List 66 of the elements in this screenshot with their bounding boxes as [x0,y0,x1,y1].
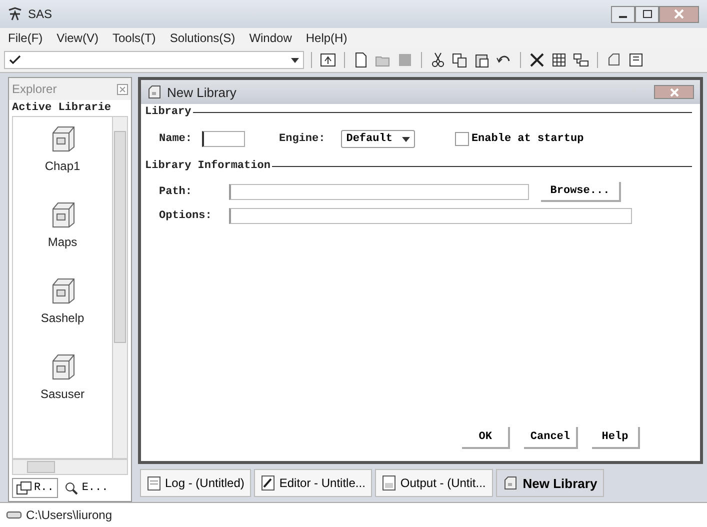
field-label: Name: [159,133,192,145]
folder-up-icon[interactable] [319,52,337,68]
vertical-scrollbar[interactable] [112,117,127,458]
dropdown-arrow-icon [402,136,410,142]
dialog-button[interactable]: Cancel [524,427,578,449]
minimize-button[interactable] [611,6,635,22]
close-button[interactable] [654,85,694,99]
windows-icon [16,481,32,495]
output-document-icon [382,475,396,491]
paste-icon[interactable] [473,52,491,68]
group-label: Library [145,106,192,118]
close-icon [674,9,684,19]
window-tab[interactable]: Log - (Untitled) [140,469,252,497]
group-label: Library Information [145,160,270,172]
panel-tab[interactable]: E... [60,478,112,498]
library-label[interactable]: Chap1 [44,159,80,173]
window-tab[interactable]: Editor - Untitle... [254,469,372,497]
checkmark-icon [9,55,21,65]
window-tab[interactable]: Output - (Untit... [375,469,493,497]
field-label: Options: [159,210,213,222]
library-drawer-icon [147,84,163,100]
drive-icon [6,510,22,520]
close-icon [670,88,678,96]
pencil-document-icon [261,475,276,491]
input-field[interactable] [229,208,632,224]
dialog-button[interactable]: OK [462,427,510,449]
menu-item[interactable]: Solutions(S) [170,31,236,45]
browse-button[interactable]: Browse... [541,182,621,202]
input-field[interactable] [229,184,529,200]
maximize-button[interactable] [635,6,659,22]
menu-item[interactable]: View(V) [56,31,98,45]
window-tab[interactable]: New Library [496,469,604,497]
close-icon[interactable] [117,84,128,94]
startup-checkbox[interactable]: Enable at startup [455,132,584,146]
library-label[interactable]: Maps [48,235,78,249]
horizontal-scrollbar[interactable] [12,459,128,475]
grid-icon[interactable] [550,52,568,68]
maximize-icon [642,10,652,18]
panel-title: Explorer [12,82,57,96]
menu-item[interactable]: Tools(T) [112,31,156,45]
library-label[interactable]: Sasuser [40,387,85,401]
copy-icon[interactable] [451,52,469,68]
status-text: C:\Users\liurong [26,508,112,522]
scissors-icon[interactable] [429,52,447,68]
dialog-button[interactable]: Help [592,427,640,449]
menu-item[interactable]: Help(H) [306,31,348,45]
tree-icon[interactable] [572,52,590,68]
panel-header: Active Librarie [11,101,112,116]
field-label: Engine: [279,133,326,145]
help-book-icon[interactable] [627,52,645,68]
library-label[interactable]: Sashelp [40,311,84,325]
magnifier-icon [64,481,80,495]
app-logo-icon [8,7,22,21]
panel-tab[interactable]: R.. [12,478,58,498]
menu-item[interactable]: File(F) [8,31,43,45]
dropdown-arrow-icon [291,58,299,62]
notepad-icon [147,475,161,491]
delete-icon[interactable] [528,52,546,68]
menu-item[interactable]: Window [249,31,292,45]
field-label: Path: [159,186,194,198]
dialog-title: New Library [167,84,236,100]
window-title: SAS [28,7,52,21]
input-field[interactable] [202,131,246,147]
command-field[interactable] [4,51,304,69]
library-drawer-icon [502,475,519,491]
engine-dropdown[interactable]: Default [341,130,416,148]
